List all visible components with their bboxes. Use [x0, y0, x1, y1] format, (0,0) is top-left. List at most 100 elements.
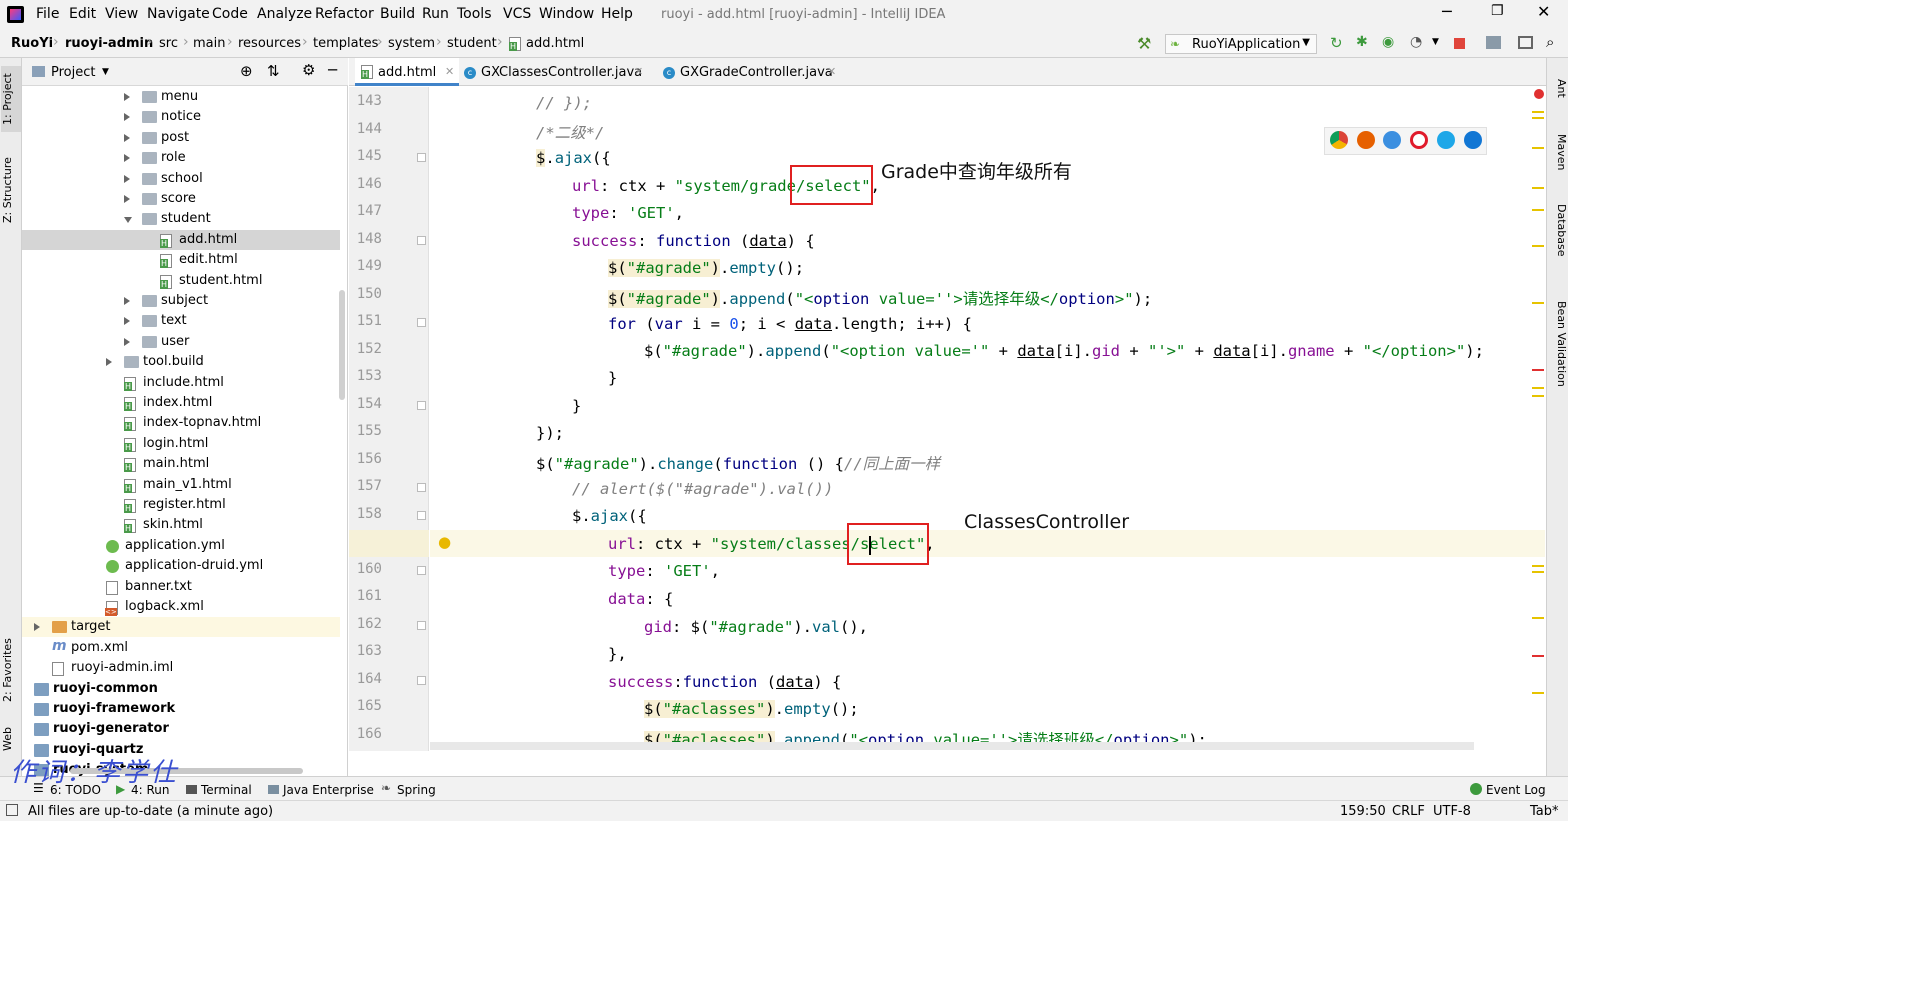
- firefox-icon[interactable]: [1357, 131, 1375, 149]
- menu-build[interactable]: Build: [380, 6, 415, 22]
- tree-item[interactable]: application.yml: [22, 536, 340, 556]
- chevron-right-icon[interactable]: [124, 317, 130, 326]
- menu-refactor[interactable]: Refactor: [315, 6, 374, 22]
- menu-analyze[interactable]: Analyze: [257, 6, 312, 22]
- chevron-right-icon[interactable]: [124, 133, 130, 142]
- tree-item[interactable]: include.html: [22, 373, 340, 393]
- chevron-down-icon[interactable]: [124, 217, 132, 224]
- fold-marker-icon[interactable]: [417, 153, 426, 162]
- fold-marker-icon[interactable]: [417, 483, 426, 492]
- editor-hscrollbar[interactable]: [430, 742, 1474, 750]
- tree-item[interactable]: role: [22, 148, 340, 168]
- project-panel-title[interactable]: Project: [51, 65, 95, 80]
- chrome-icon[interactable]: [1330, 131, 1348, 149]
- tab-bean-validation[interactable]: Bean Validation: [1548, 284, 1568, 404]
- menu-run[interactable]: Run: [422, 6, 449, 22]
- tree-item[interactable]: student: [22, 209, 340, 229]
- menu-tools[interactable]: Tools: [457, 6, 492, 22]
- menu-edit[interactable]: Edit: [69, 6, 96, 22]
- fold-marker-icon[interactable]: [417, 318, 426, 327]
- tree-item[interactable]: ruoyi-common: [22, 679, 340, 699]
- tab-gxgradecontroller[interactable]: c GXGradeController.java ✕: [663, 58, 843, 86]
- chevron-down-icon[interactable]: ▼: [1432, 37, 1439, 47]
- tree-item[interactable]: edit.html: [22, 250, 340, 270]
- tree-item[interactable]: student.html: [22, 271, 340, 291]
- tab-project[interactable]: 1: Project: [1, 66, 21, 132]
- tree-item[interactable]: m pom.xml: [22, 638, 340, 658]
- tree-item[interactable]: ruoyi-generator: [22, 719, 340, 739]
- tree-item[interactable]: score: [22, 189, 340, 209]
- tree-item[interactable]: logback.xml: [22, 597, 340, 617]
- close-button[interactable]: ✕: [1537, 2, 1550, 21]
- indent-setting[interactable]: Tab*: [1530, 804, 1559, 819]
- tree-item[interactable]: user: [22, 332, 340, 352]
- gear-icon[interactable]: ⚙: [302, 61, 315, 79]
- chevron-right-icon[interactable]: [124, 93, 130, 101]
- fold-marker-icon[interactable]: [417, 235, 426, 245]
- safari-icon[interactable]: [1383, 131, 1401, 149]
- tab-gxclassescontroller[interactable]: c GXClassesController.java ✕: [464, 58, 654, 86]
- tool-spring[interactable]: Spring: [397, 783, 436, 797]
- coverage-icon[interactable]: ◉: [1382, 34, 1394, 50]
- fold-marker-icon[interactable]: [417, 510, 426, 520]
- collapse-icon[interactable]: ⇅: [267, 62, 280, 80]
- close-icon[interactable]: ✕: [634, 65, 643, 78]
- tree-item[interactable]: tool.build: [22, 352, 340, 372]
- tab-ant[interactable]: Ant: [1548, 68, 1568, 108]
- tree-item[interactable]: main.html: [22, 454, 340, 474]
- tree-item[interactable]: menu: [22, 87, 340, 107]
- tree-item[interactable]: main_v1.html: [22, 475, 340, 495]
- layout-icon[interactable]: [1518, 36, 1533, 49]
- lightbulb-icon[interactable]: ●: [438, 533, 451, 551]
- tree-item[interactable]: school: [22, 169, 340, 189]
- breadcrumb-templates[interactable]: templates: [313, 36, 378, 51]
- breadcrumb-file[interactable]: add.html: [526, 36, 584, 51]
- breadcrumb-src[interactable]: src: [159, 36, 178, 51]
- tree-item[interactable]: notice: [22, 107, 340, 127]
- tool-event-log[interactable]: Event Log: [1486, 783, 1546, 797]
- menu-code[interactable]: Code: [212, 6, 248, 22]
- tree-item[interactable]: register.html: [22, 495, 340, 515]
- tab-favorites[interactable]: 2: Favorites: [1, 630, 21, 710]
- build-hammer-icon[interactable]: ⚒: [1137, 34, 1151, 53]
- tree-item[interactable]: index-topnav.html: [22, 413, 340, 433]
- menu-view[interactable]: View: [105, 6, 138, 22]
- project-structure-icon[interactable]: [1486, 36, 1501, 49]
- tree-item[interactable]: text: [22, 311, 340, 331]
- fold-marker-icon[interactable]: [417, 675, 426, 685]
- breadcrumb-main[interactable]: main: [193, 36, 225, 51]
- menu-vcs[interactable]: VCS: [503, 6, 531, 22]
- fold-marker-icon[interactable]: [417, 565, 426, 575]
- breadcrumb-system[interactable]: system: [388, 36, 435, 51]
- tree-item[interactable]: skin.html: [22, 515, 340, 535]
- breadcrumb-project[interactable]: RuoYi: [11, 36, 53, 51]
- minimize-button[interactable]: ─: [1442, 2, 1452, 21]
- menu-file[interactable]: File: [36, 6, 59, 22]
- tree-item[interactable]: add.html: [22, 229, 340, 250]
- fold-marker-icon[interactable]: [417, 620, 426, 630]
- chevron-right-icon[interactable]: [124, 195, 130, 203]
- chevron-right-icon[interactable]: [106, 358, 112, 367]
- chevron-down-icon[interactable]: ▼: [102, 67, 109, 77]
- locate-icon[interactable]: ⊕: [240, 62, 253, 80]
- menu-window[interactable]: Window: [539, 6, 594, 22]
- profiler-icon[interactable]: ◔: [1410, 34, 1422, 50]
- maximize-button[interactable]: ❐: [1491, 3, 1504, 19]
- debug-bug-icon[interactable]: ✱: [1356, 34, 1368, 50]
- close-icon[interactable]: ✕: [445, 65, 454, 78]
- line-separator[interactable]: CRLF: [1392, 804, 1425, 819]
- tab-maven[interactable]: Maven: [1548, 124, 1568, 180]
- tool-terminal[interactable]: Terminal: [201, 783, 252, 797]
- chevron-right-icon[interactable]: [124, 297, 130, 305]
- tab-structure[interactable]: Z: Structure: [1, 150, 21, 230]
- tree-item[interactable]: index.html: [22, 393, 340, 413]
- tree-item[interactable]: target: [22, 617, 340, 638]
- chevron-right-icon[interactable]: [124, 337, 130, 346]
- breadcrumb-module[interactable]: ruoyi-admin: [65, 36, 153, 51]
- file-encoding[interactable]: UTF-8: [1433, 804, 1471, 819]
- tree-item[interactable]: ruoyi-admin.iml: [22, 658, 340, 678]
- run-config-select[interactable]: ❧ RuoYiApplication ▼: [1165, 34, 1317, 54]
- tree-item[interactable]: banner.txt: [22, 577, 340, 597]
- tree-item[interactable]: subject: [22, 291, 340, 311]
- chevron-right-icon[interactable]: [124, 154, 130, 163]
